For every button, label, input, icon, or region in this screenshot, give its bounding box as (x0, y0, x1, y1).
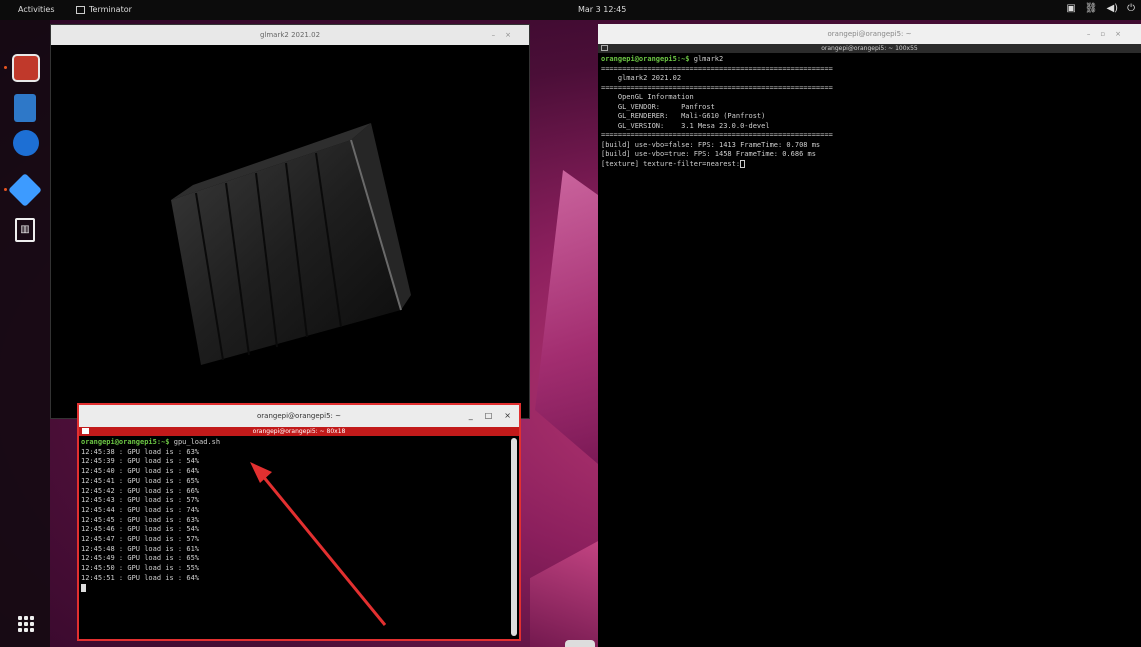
window-title: orangepi@orangepi5: ~ (827, 30, 912, 38)
terminal-glmark[interactable]: orangepi@orangepi5: ~ –▫× orangepi@orang… (598, 24, 1141, 647)
glmark-titlebar[interactable]: glmark2 2021.02 –× (51, 25, 529, 45)
terminal-tab-icon (601, 45, 608, 51)
terminal-tab-bar[interactable]: orangepi@orangepi5: ~ 80x18 (79, 427, 519, 436)
terminal-line: 12:45:49 : GPU load is : 65% (81, 554, 200, 563)
terminator-icon (76, 5, 85, 14)
terminal-command: glmark2 (689, 55, 724, 63)
terminal-cursor (81, 583, 86, 592)
terminal-output[interactable]: orangepi@orangepi5:~$ gpu_load.sh 12:45:… (79, 436, 509, 639)
running-indicator (4, 188, 7, 191)
scrollbar-thumb[interactable] (511, 438, 517, 636)
system-tray[interactable]: ▣ ⛓ ◀) ⏻ (1066, 3, 1135, 14)
close-icon[interactable]: × (504, 405, 511, 427)
activities-button[interactable]: Activities (18, 5, 55, 14)
terminal-line: GL_VERSION: 3.1 Mesa 23.0.0-devel (601, 121, 770, 130)
terminal-line: 12:45:44 : GPU load is : 74% (81, 505, 200, 514)
app-menu[interactable]: Terminator (76, 5, 132, 14)
trash-icon[interactable]: ▥ (15, 218, 35, 242)
terminal-line: 12:45:48 : GPU load is : 61% (81, 544, 200, 553)
workspace-indicator (565, 640, 595, 647)
terminal-line: 12:45:42 : GPU load is : 66% (81, 486, 200, 495)
glmark-window[interactable]: glmark2 2021.02 –× (50, 24, 530, 419)
window-title: orangepi@orangepi5: ~ (257, 412, 341, 420)
thunderbird-launcher-icon[interactable] (13, 130, 39, 156)
terminal-titlebar[interactable]: orangepi@orangepi5: ~ _ □ × (79, 405, 519, 427)
terminal-tab-label: orangepi@orangepi5: ~ 100x55 (821, 45, 918, 52)
app-menu-label: Terminator (89, 5, 132, 14)
terminal-line: glmark2 2021.02 (601, 74, 682, 82)
top-bar: Activities Terminator Mar 3 12:45 ▣ ⛓ ◀)… (0, 0, 1141, 20)
screen-icon[interactable]: ▣ (1066, 3, 1075, 14)
clock[interactable]: Mar 3 12:45 (578, 5, 626, 14)
power-icon[interactable]: ⏻ (1127, 3, 1135, 14)
maximize-icon[interactable]: □ (485, 405, 493, 427)
terminal-command: gpu_load.sh (169, 438, 221, 446)
network-icon[interactable]: ⛓ (1085, 3, 1098, 14)
minimize-icon[interactable]: _ (469, 405, 473, 427)
window-controls[interactable]: –× (492, 25, 521, 45)
terminal-tab-icon (82, 428, 89, 434)
terminal-line: 12:45:38 : GPU load is : 63% (81, 447, 200, 456)
running-indicator (4, 66, 7, 69)
window-title: glmark2 2021.02 (259, 31, 321, 39)
show-apps-icon[interactable] (18, 616, 34, 632)
terminal-line: ========================================… (601, 131, 833, 139)
volume-icon[interactable]: ◀) (1106, 3, 1118, 14)
dock: ▥ (0, 20, 50, 647)
terminal-tab-bar[interactable]: orangepi@orangepi5: ~ 100x55 (598, 44, 1141, 53)
terminal-line: 12:45:51 : GPU load is : 64% (81, 573, 200, 582)
terminal-line: [build] use-vbo=true: FPS: 1458 FrameTim… (601, 150, 816, 158)
rotating-crate (171, 123, 411, 365)
terminal-prompt: orangepi@orangepi5:~$ (601, 55, 690, 63)
terminal-line: 12:45:43 : GPU load is : 57% (81, 496, 200, 505)
files-launcher-icon[interactable] (14, 94, 36, 122)
terminal-line: 12:45:47 : GPU load is : 57% (81, 535, 200, 544)
terminal-line: [build] use-vbo=false: FPS: 1413 FrameTi… (601, 140, 821, 149)
terminal-tab-label: orangepi@orangepi5: ~ 80x18 (252, 428, 346, 435)
terminator-launcher-icon[interactable] (12, 54, 40, 82)
window-controls[interactable]: –▫× (1087, 24, 1131, 44)
terminal-line: ========================================… (601, 64, 833, 73)
terminal-line: 12:45:50 : GPU load is : 55% (81, 564, 200, 573)
terminal-line: 12:45:39 : GPU load is : 54% (81, 457, 200, 466)
wallpaper-shape (530, 540, 600, 647)
terminal-scrollbar[interactable] (511, 438, 517, 636)
terminal-cursor (740, 159, 746, 168)
vscode-launcher-icon[interactable] (8, 173, 42, 207)
glmark-render-canvas (171, 123, 411, 365)
terminal-line: 12:45:46 : GPU load is : 54% (81, 525, 200, 534)
terminal-titlebar[interactable]: orangepi@orangepi5: ~ –▫× (598, 24, 1141, 44)
terminal-line: 12:45:40 : GPU load is : 64% (81, 467, 200, 476)
terminal-line: OpenGL Information (601, 93, 694, 101)
terminal-output[interactable]: orangepi@orangepi5:~$ glmark2 ==========… (598, 53, 1141, 171)
terminal-line: ========================================… (601, 83, 833, 92)
terminal-line: [texture] texture-filter=nearest: (601, 159, 741, 168)
terminal-line: GL_RENDERER: Mali-G610 (Panfrost) (601, 112, 766, 120)
terminal-line: 12:45:41 : GPU load is : 65% (81, 476, 200, 485)
terminal-line: GL_VENDOR: Panfrost (601, 102, 715, 111)
terminal-line: 12:45:45 : GPU load is : 63% (81, 515, 200, 524)
window-controls[interactable]: _ □ × (469, 405, 511, 427)
terminal-gpu-load[interactable]: orangepi@orangepi5: ~ _ □ × orangepi@ora… (77, 403, 521, 641)
terminal-prompt: orangepi@orangepi5:~$ (81, 438, 170, 446)
wallpaper-shape (535, 170, 605, 470)
